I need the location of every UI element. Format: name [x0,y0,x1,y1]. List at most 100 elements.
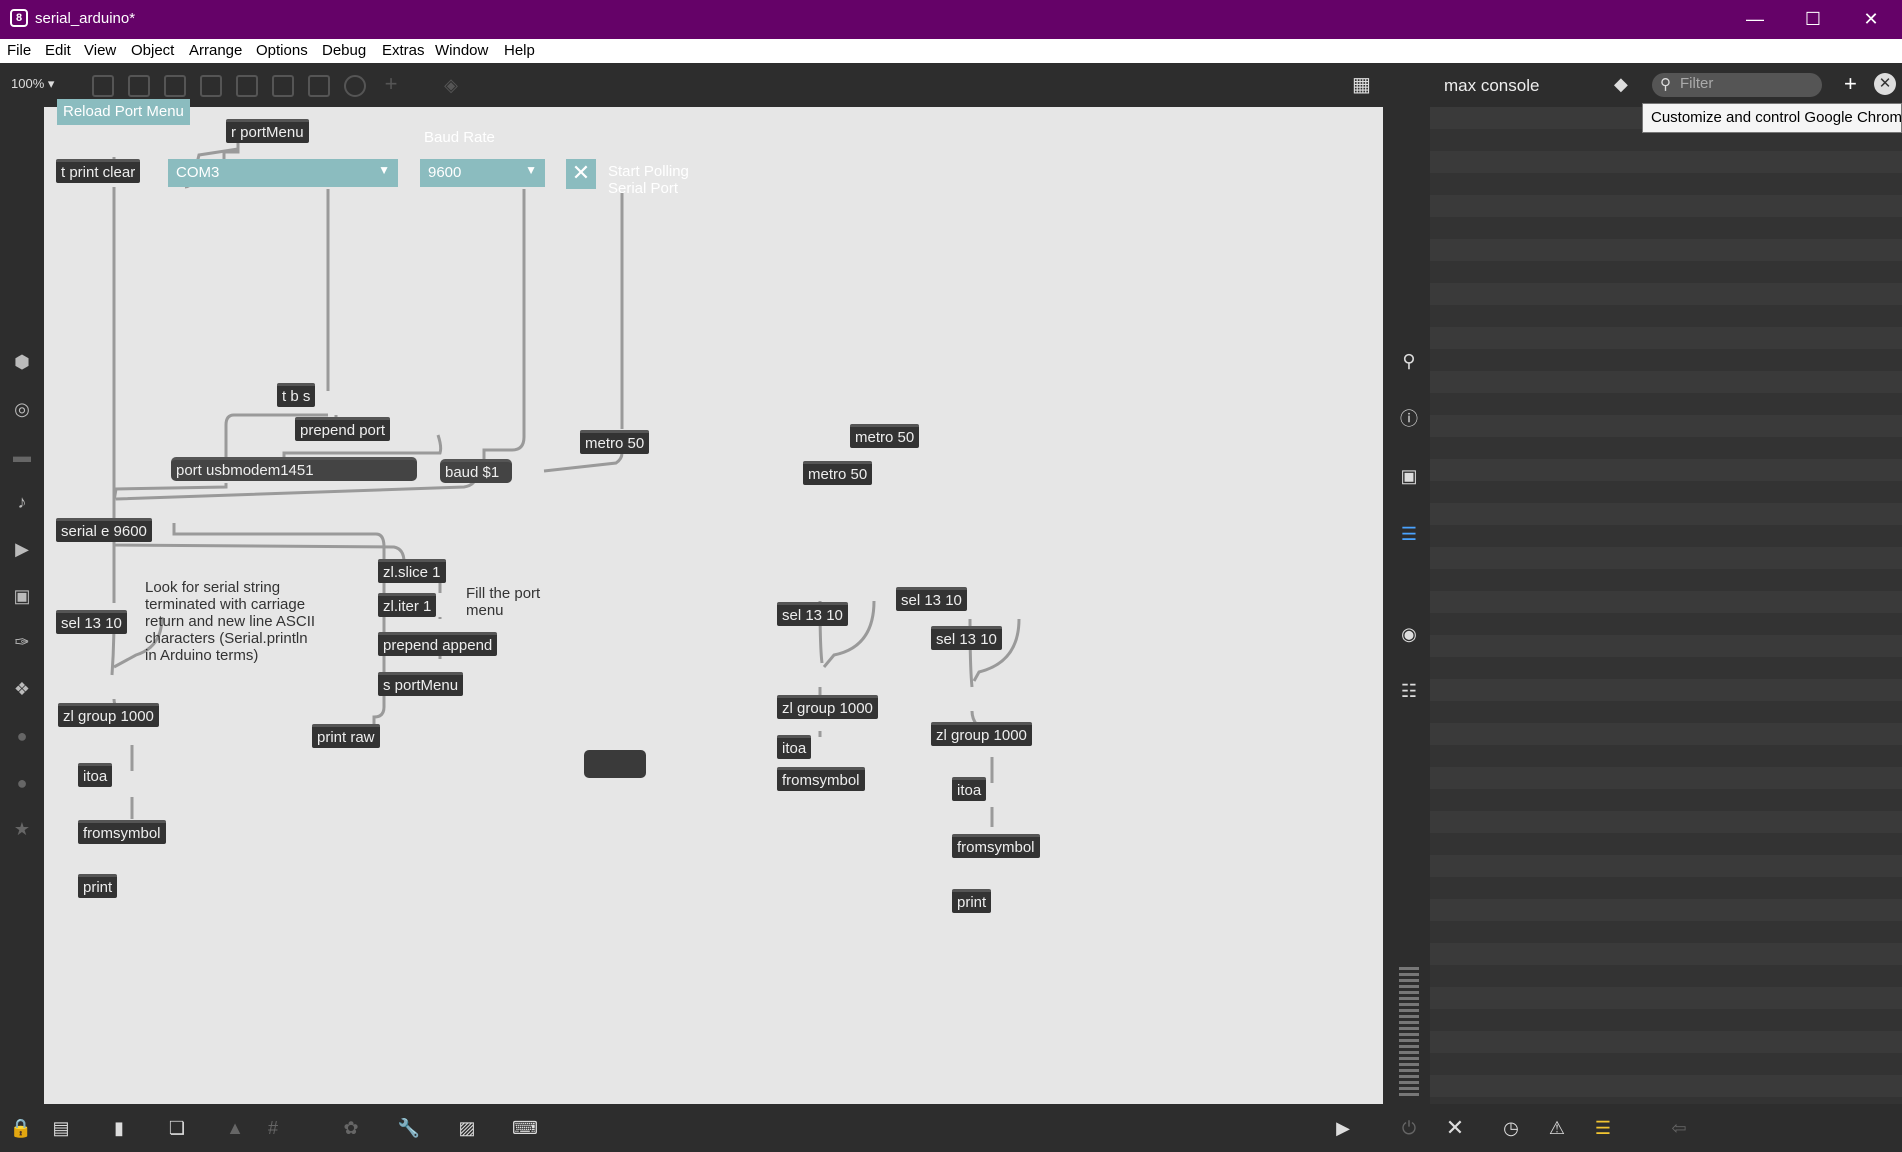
zl-iter-object[interactable]: zl.iter 1 [378,593,437,617]
grid-presentation-icon[interactable]: ▦ [1352,75,1374,97]
zl-slice-object[interactable]: zl.slice 1 [378,559,446,583]
sel-13-10-object[interactable]: sel 13 10 [896,587,967,611]
sel-13-10-object[interactable]: sel 13 10 [931,626,1002,650]
chevron-down-icon: ▼ [525,163,537,177]
itoa-object[interactable]: itoa [777,735,812,759]
windows-icon[interactable]: ❏ [164,1116,190,1140]
keyboard-icon[interactable]: ⌨ [512,1116,538,1140]
menu-debug[interactable]: Debug [322,42,366,59]
new-slider-icon[interactable] [308,75,330,97]
mute-icon[interactable]: ▲ [222,1116,248,1140]
menu-options[interactable]: Options [256,42,308,59]
metro-50-object[interactable]: metro 50 [803,461,873,485]
paperclip-icon[interactable]: ✑ [11,631,33,653]
new-comment-icon[interactable] [164,75,186,97]
new-object-icon[interactable] [92,75,114,97]
metro-50-object[interactable]: metro 50 [580,430,650,454]
menu-file[interactable]: File [7,42,31,59]
sel-13-10-object[interactable]: sel 13 10 [56,610,127,634]
empty-message[interactable] [584,750,646,778]
audio-transport-icon[interactable]: ▶ [1330,1116,1356,1140]
list-icon[interactable]: ☰ [1397,522,1421,546]
paint-bucket-icon[interactable]: ◈ [440,75,462,97]
polling-toggle[interactable]: ✕ [566,159,596,189]
menu-extras[interactable]: Extras [382,42,425,59]
warning-icon[interactable]: ⚠ [1544,1116,1570,1140]
clear-console-icon[interactable]: ✕ [1442,1116,1468,1140]
r-portmenu-object[interactable]: r portMenu [226,119,309,143]
print-object[interactable]: print [952,889,992,913]
new-button-icon[interactable] [200,75,222,97]
itoa-object[interactable]: itoa [78,763,113,787]
clock-icon[interactable]: ◷ [1498,1116,1524,1140]
book-icon[interactable]: ▣ [1397,464,1421,488]
prepend-append-object[interactable]: prepend append [378,632,498,656]
s-portmenu-object[interactable]: s portMenu [378,672,464,696]
port-message[interactable]: port usbmodem1451 [171,457,417,481]
console-filter-input[interactable]: ⚲ Filter [1652,73,1822,97]
power-icon[interactable]: ⏻ [1396,1116,1422,1140]
print-object[interactable]: print [78,874,118,898]
fromsymbol-object[interactable]: fromsymbol [777,767,865,791]
wrench-icon[interactable]: 🔧 [396,1116,422,1140]
menu-object[interactable]: Object [131,42,174,59]
lock-icon[interactable]: 🔒 [8,1116,34,1140]
close-icon[interactable]: ✕ [1842,0,1900,39]
piano-icon[interactable]: ▨ [454,1116,480,1140]
print-raw-object[interactable]: print raw [312,724,380,748]
tbs-object[interactable]: t b s [277,383,316,407]
patcher-canvas[interactable]: Reload Port Menu r portMenu t print clea… [44,99,1383,1104]
t-print-clear-object[interactable]: t print clear [56,159,141,183]
minimize-icon[interactable]: — [1726,0,1784,39]
reload-port-menu-button[interactable]: Reload Port Menu [57,99,190,125]
menu-view[interactable]: View [84,42,116,59]
snap-icon[interactable]: ✿ [338,1116,364,1140]
scroll-down-icon[interactable]: ☰ [1590,1116,1616,1140]
search-icon[interactable]: ⚲ [1397,349,1421,373]
close-icon[interactable]: ✕ [1874,73,1896,95]
baud-message[interactable]: baud $1 [440,459,512,483]
comment-bubble-icon[interactable]: ▮ [106,1116,132,1140]
fromsymbol-object[interactable]: fromsymbol [952,834,1040,858]
package-icon[interactable]: ❖ [11,678,33,700]
sel-13-10-object[interactable]: sel 13 10 [777,602,848,626]
music-note-icon[interactable]: ♪ [11,491,33,513]
history-icon[interactable]: ● [11,772,33,794]
fromsymbol-object[interactable]: fromsymbol [78,820,166,844]
info-icon[interactable]: ⓘ [1397,407,1421,431]
back-arrow-icon[interactable]: ⇦ [1666,1116,1692,1140]
zl-group-object[interactable]: zl group 1000 [58,703,159,727]
new-dial-icon[interactable] [344,75,366,97]
pointer-icon[interactable]: ◆ [1614,74,1628,95]
zl-group-object[interactable]: zl group 1000 [931,722,1032,746]
add-icon[interactable]: + [380,73,402,97]
metro-50-object[interactable]: metro 50 [850,424,920,448]
menu-window[interactable]: Window [435,42,488,59]
new-toggle-icon[interactable] [236,75,258,97]
menu-arrange[interactable]: Arrange [189,42,242,59]
menu-edit[interactable]: Edit [45,42,71,59]
add-icon[interactable]: + [1844,71,1857,97]
presentation-icon[interactable]: ▤ [48,1116,74,1140]
vimeo-icon[interactable]: ● [11,725,33,747]
baud-umenu[interactable]: 9600 ▼ [420,159,545,187]
camera-icon[interactable]: ◉ [1397,622,1421,646]
sliders-icon[interactable]: ☷ [1397,679,1421,703]
maximize-icon[interactable]: ☐ [1784,0,1842,39]
zoom-select[interactable]: 100% ▾ [11,76,54,92]
port-umenu[interactable]: COM3 ▼ [168,159,398,187]
cube-icon[interactable]: ⬢ [11,351,33,373]
panel-icon[interactable]: ▬ [11,445,33,467]
image-icon[interactable]: ▣ [11,585,33,607]
new-number-icon[interactable] [272,75,294,97]
prepend-port-object[interactable]: prepend port [295,417,391,441]
zl-group-object[interactable]: zl group 1000 [777,695,878,719]
target-icon[interactable]: ◎ [11,398,33,420]
grid-icon[interactable]: # [260,1116,286,1140]
serial-object[interactable]: serial e 9600 [56,518,152,542]
star-icon[interactable]: ★ [11,818,33,840]
menu-help[interactable]: Help [504,42,535,59]
new-message-icon[interactable] [128,75,150,97]
itoa-object[interactable]: itoa [952,777,987,801]
sequence-icon[interactable]: ▶ [11,538,33,560]
